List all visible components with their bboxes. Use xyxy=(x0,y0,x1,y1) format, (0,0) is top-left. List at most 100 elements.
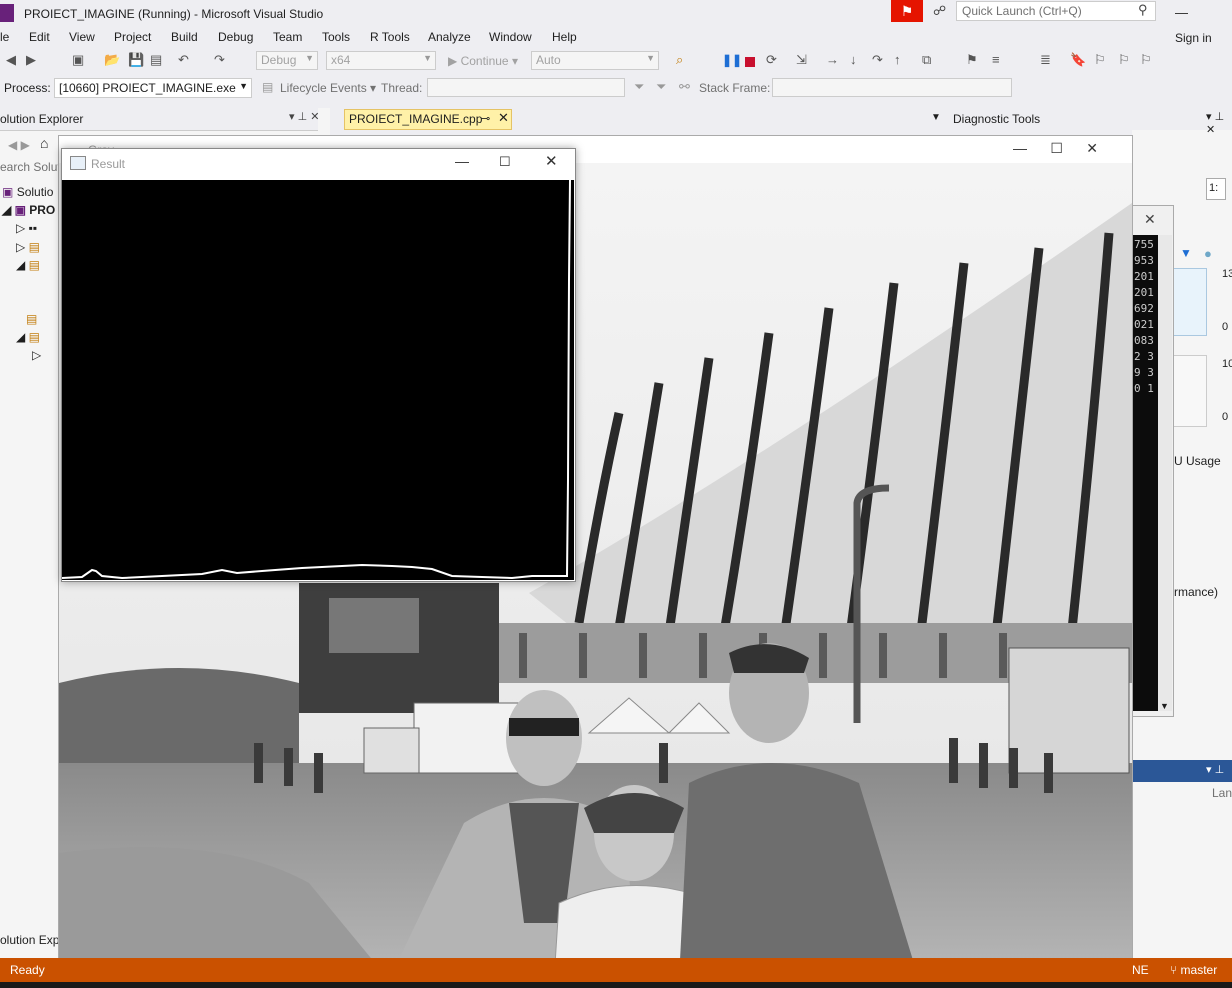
stack-frame-select[interactable] xyxy=(772,78,1012,97)
editor-tab-label: PROIECT_IMAGINE.cpp xyxy=(349,112,483,126)
taskbar-strip xyxy=(0,982,1232,988)
tab-dropdown-icon[interactable]: ▼ xyxy=(931,112,941,123)
menu-file[interactable]: le xyxy=(0,30,9,44)
menu-debug[interactable]: Debug xyxy=(218,30,253,44)
clear-bookmarks-icon[interactable]: ⚐ xyxy=(1140,52,1152,68)
configuration-select[interactable]: Debug ▼ xyxy=(256,51,318,70)
solution-label: Solutio xyxy=(16,185,54,199)
status-ne-text: NE xyxy=(1132,963,1149,977)
close-icon[interactable]: ✕ xyxy=(1144,211,1156,228)
bookmark-icon[interactable]: 🔖 xyxy=(1070,52,1086,68)
chevron-down-icon: ▼ xyxy=(305,53,314,63)
platform-select[interactable]: x64 ▼ xyxy=(326,51,436,70)
stop-debugging-button[interactable] xyxy=(745,57,755,67)
continue-label: Continue xyxy=(460,54,509,68)
forward-icon[interactable]: ▶ xyxy=(26,52,36,68)
gray-window-controls[interactable]: — ☐ ✕ xyxy=(1013,140,1098,157)
chevron-down-icon: ▼ xyxy=(239,81,248,91)
save-icon[interactable]: 💾 xyxy=(128,52,144,68)
project-node[interactable]: ◢ ▣ PRO xyxy=(2,203,55,217)
console-scrollbar[interactable] xyxy=(1158,235,1172,711)
menu-help[interactable]: Help xyxy=(552,30,577,44)
tree-node-resource-files[interactable]: ▤ xyxy=(16,312,37,326)
search-icon[interactable]: ⚲ xyxy=(1138,2,1148,18)
performance-link[interactable]: rmance) xyxy=(1174,585,1218,599)
open-icon[interactable]: 📂 xyxy=(104,52,120,68)
pin-icon[interactable]: ▾ ⊥ ✕ xyxy=(1206,110,1232,136)
cpu-usage-tab[interactable]: U Usage xyxy=(1174,454,1221,468)
find-icon[interactable]: ⌕ xyxy=(676,52,683,68)
new-project-icon[interactable]: ▣ xyxy=(72,52,84,68)
se-back-icon[interactable]: ◀ ▶ xyxy=(8,138,30,152)
pin-icon[interactable]: ▾ ⊥ ✕ xyxy=(289,110,319,123)
close-icon[interactable]: ✕ xyxy=(498,110,509,126)
chevron-down-icon[interactable]: ▼ xyxy=(1160,701,1169,711)
step-out-icon[interactable]: ↷ xyxy=(872,52,883,68)
lifecycle-label: Lifecycle Events xyxy=(280,81,367,95)
restart-icon[interactable]: ⟳ xyxy=(766,52,777,68)
menu-team[interactable]: Team xyxy=(273,30,302,44)
timeline-box[interactable]: 1: xyxy=(1206,178,1226,200)
back-icon[interactable]: ◀ xyxy=(6,52,16,68)
solution-explorer-bottom-tab[interactable]: olution Exp xyxy=(0,933,59,947)
chevron-down-icon: ▼ xyxy=(423,53,432,63)
git-branch-button[interactable]: ⑂ master xyxy=(1170,963,1217,977)
feedback-icon[interactable]: ☍ xyxy=(933,3,946,19)
step-into-icon[interactable]: → xyxy=(826,52,839,67)
menu-r-tools[interactable]: R Tools xyxy=(370,30,410,44)
menu-analyze[interactable]: Analyze xyxy=(428,30,471,44)
menu-edit[interactable]: Edit xyxy=(29,30,50,44)
sign-in-link[interactable]: Sign in xyxy=(1175,31,1212,45)
tree-node-source-files[interactable]: ◢ ▤ xyxy=(16,330,40,344)
undo-icon[interactable]: ↶ xyxy=(178,52,189,68)
process-value: [10660] PROIECT_IMAGINE.exe xyxy=(59,81,236,95)
notification-flag-icon[interactable]: ⚑ xyxy=(891,0,923,22)
minimize-button[interactable]: — xyxy=(1175,5,1188,20)
folder-icon: ▤ xyxy=(26,312,38,326)
snapshot-marker-icon[interactable]: ● xyxy=(1204,246,1212,261)
menu-window[interactable]: Window xyxy=(489,30,532,44)
process-select[interactable]: [10660] PROIECT_IMAGINE.exe ▼ xyxy=(54,78,252,98)
prev-bookmark-icon[interactable]: ⚐ xyxy=(1094,52,1106,68)
close-button[interactable]: ✕ xyxy=(545,152,558,170)
thread-select[interactable] xyxy=(427,78,625,97)
tree-node-references[interactable]: ▷ ▪▪ xyxy=(16,221,37,235)
menu-build[interactable]: Build xyxy=(171,30,198,44)
home-icon[interactable]: ⌂ xyxy=(40,135,48,151)
tab-pin-icon[interactable]: ⊸ xyxy=(481,112,490,125)
step-up-icon[interactable]: ↑ xyxy=(894,52,901,67)
auto-select[interactable]: Auto ▼ xyxy=(531,51,659,70)
tree-node-cpp[interactable]: ▷ xyxy=(32,348,41,362)
quick-launch-input[interactable]: Quick Launch (Ctrl+Q) xyxy=(956,1,1156,21)
filter-icon[interactable]: ⏷ xyxy=(634,79,644,95)
filter-off-icon[interactable]: ⏷ xyxy=(656,79,666,95)
tree-node-external[interactable]: ▷ ▤ xyxy=(16,240,40,254)
project-label: PRO xyxy=(29,203,56,217)
solution-search-input[interactable]: earch Soluti xyxy=(0,160,63,174)
menu-view[interactable]: View xyxy=(69,30,95,44)
indent-icon[interactable]: ≡ xyxy=(992,52,1000,67)
show-next-statement-icon[interactable]: ⇲ xyxy=(796,52,807,68)
window-title: PROIECT_IMAGINE (Running) - Microsoft Vi… xyxy=(24,7,324,21)
outdent-icon[interactable]: ≣ xyxy=(1040,52,1051,68)
menu-project[interactable]: Project xyxy=(114,30,151,44)
hex-display-icon[interactable]: ⧉ xyxy=(922,52,931,68)
redo-icon[interactable]: ↷ xyxy=(214,52,225,68)
menu-tools[interactable]: Tools xyxy=(322,30,350,44)
continue-button[interactable]: ▶ Continue ▾ xyxy=(448,54,518,68)
next-bookmark-icon[interactable]: ⚐ xyxy=(1118,52,1130,68)
maximize-button[interactable]: ☐ xyxy=(499,154,511,170)
flag-threads-icon[interactable]: ⚯ xyxy=(679,79,690,95)
pause-button[interactable]: ❚❚ xyxy=(722,53,742,67)
filter-marker-icon[interactable]: ▼ xyxy=(1180,246,1192,260)
save-all-icon[interactable]: ▤ xyxy=(150,52,162,68)
lifecycle-events-dropdown[interactable]: Lifecycle Events ▾ xyxy=(280,81,376,95)
folder-icon: ▤ xyxy=(28,240,40,254)
thread-icon[interactable]: ⚑ xyxy=(966,52,978,68)
step-over-icon[interactable]: ↓ xyxy=(850,52,857,67)
minimize-button[interactable]: — xyxy=(455,153,469,169)
tree-node-header-files[interactable]: ◢ ▤ xyxy=(16,258,40,272)
panel-pin-icon[interactable]: ▾ ⊥ xyxy=(1206,763,1224,776)
cpu-graph xyxy=(1173,355,1207,427)
solution-node[interactable]: ▣ Solutio xyxy=(2,185,53,199)
